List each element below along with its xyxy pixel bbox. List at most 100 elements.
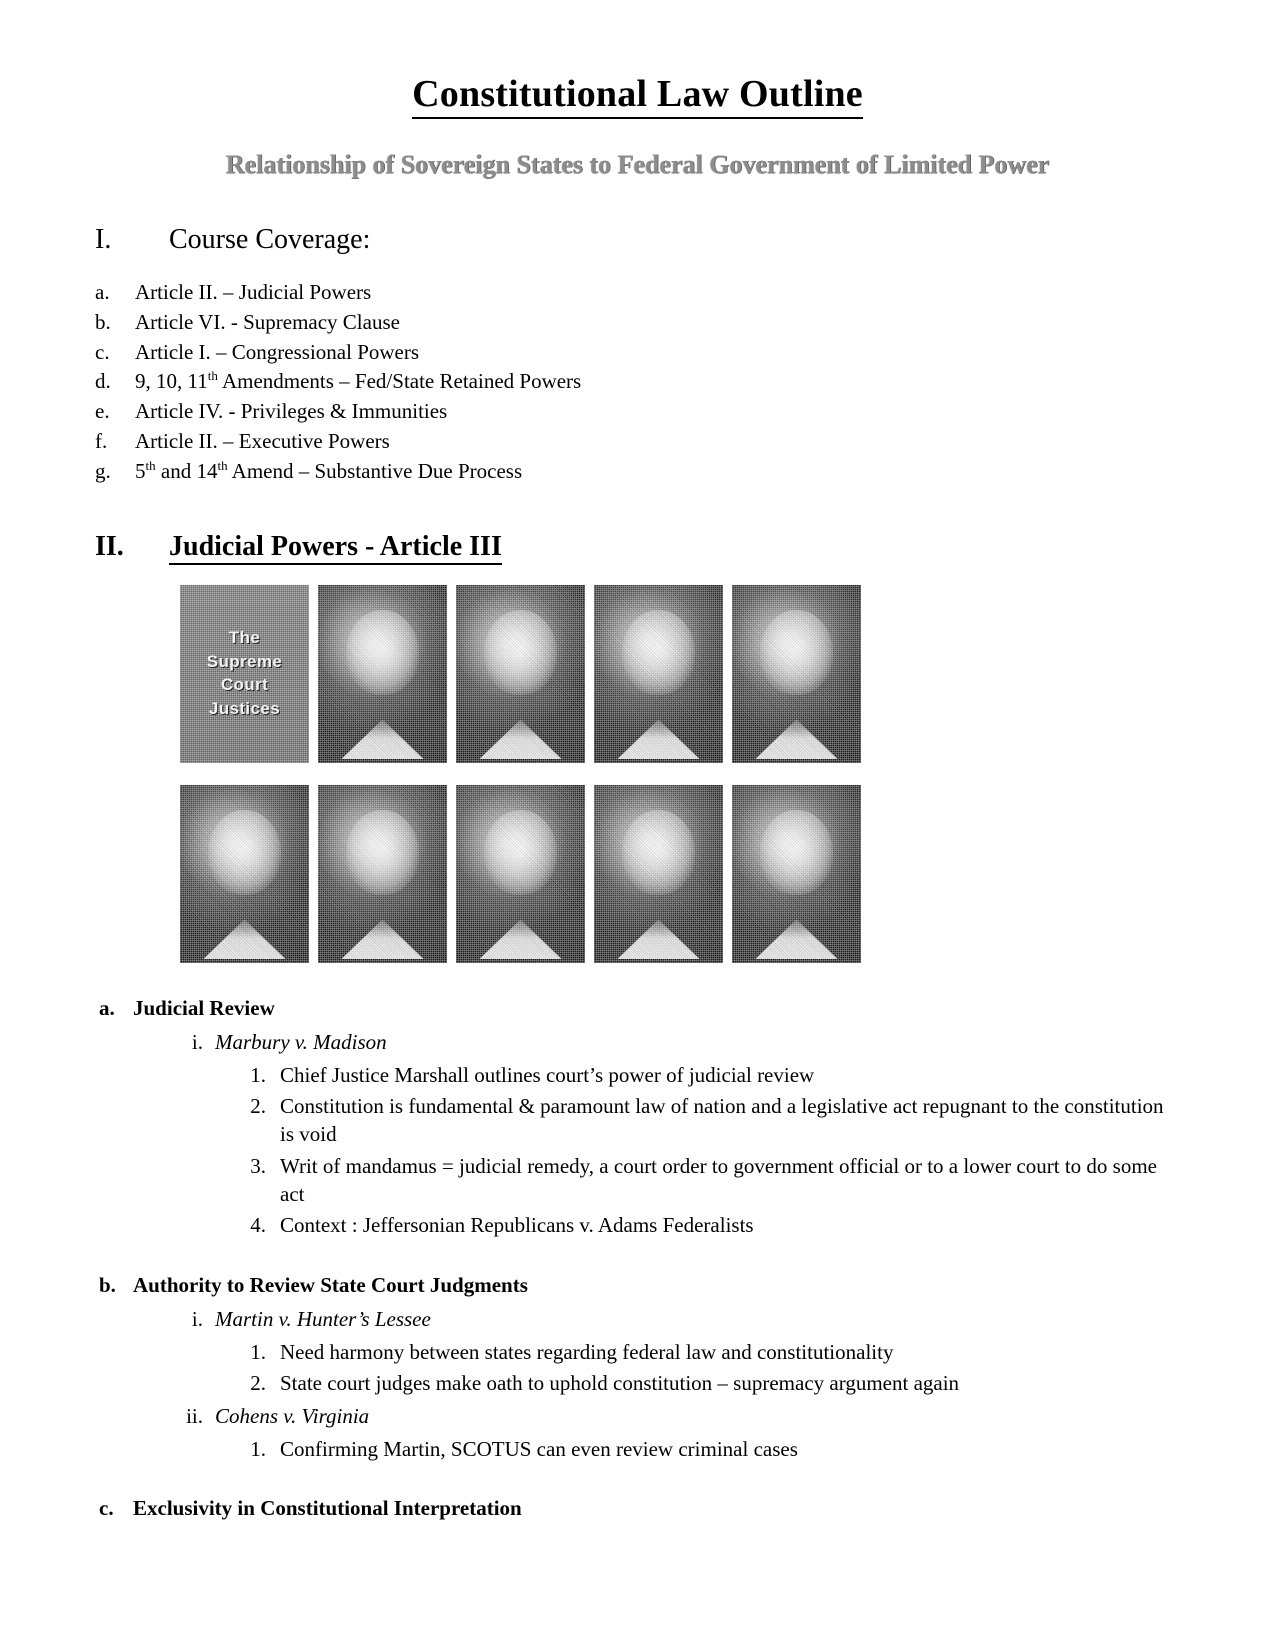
section-title-ii-text: Judicial Powers - Article III — [169, 530, 502, 565]
outline-heading-text: Authority to Review State Court Judgment… — [133, 1272, 528, 1297]
ordinal-suffix: th — [207, 368, 218, 384]
section-heading-i: I. Course Coverage: — [95, 224, 1180, 256]
list-text-pre: 9, 10, 11 — [135, 369, 208, 394]
outline-marker: 4. — [250, 1213, 266, 1238]
list-item: a. Article II. – Judicial Powers — [95, 278, 1180, 308]
outline-case-item: i. Martin v. Hunter’s Lessee — [95, 1304, 1180, 1334]
justice-portrait: Alito — [318, 784, 447, 963]
outline-point: 1. Need harmony between states regarding… — [95, 1338, 1180, 1366]
outline-marker: 2. — [250, 1093, 266, 1118]
justice-portrait: Roberts — [318, 584, 447, 763]
list-marker: c. — [95, 339, 110, 364]
outline-marker: ii. — [186, 1404, 203, 1429]
supreme-court-justices-image: The Supreme Court Justices Roberts — [95, 584, 1180, 963]
justice-portrait: Sotomayor — [594, 784, 723, 963]
list-text-post: Amendments – Fed/State Retained Powers — [217, 369, 582, 394]
outline-point-text: State court judges make oath to uphold c… — [280, 1370, 960, 1395]
ordinal-suffix: th — [145, 457, 156, 473]
title-line-2: Supreme — [206, 651, 283, 671]
outline-point: 2. State court judges make oath to uphol… — [95, 1369, 1180, 1397]
outline-case-item: ii. Cohens v. Virginia — [95, 1401, 1180, 1431]
list-text: 9, 10, 11th Amendments – Fed/State Retai… — [135, 367, 1180, 397]
list-item: f. Article II. – Executive Powers — [95, 427, 1180, 457]
list-marker: d. — [95, 369, 111, 394]
justice-portrait: Scalia — [732, 584, 861, 763]
title-line-4: Justices — [208, 698, 281, 718]
list-item: g. 5th and 14th Amend – Substantive Due … — [95, 457, 1180, 487]
ordinal-suffix: th — [217, 457, 228, 473]
title-line-3: Court — [220, 675, 269, 695]
justice-portrait: Kagan — [732, 784, 861, 963]
list-text: Article II. – Executive Powers — [135, 428, 390, 453]
outline-heading-text: Exclusivity in Constitutional Interpreta… — [133, 1496, 522, 1521]
halftone-grain — [456, 784, 585, 963]
list-item: e. Article IV. - Privileges & Immunities — [95, 397, 1180, 427]
halftone-grain — [318, 584, 447, 763]
outline-point: 1. Confirming Martin, SCOTUS can even re… — [95, 1435, 1180, 1463]
list-item: d. 9, 10, 11th Amendments – Fed/State Re… — [95, 367, 1180, 397]
justices-title-text: The Supreme Court Justices — [180, 585, 309, 763]
outline-marker: a. — [99, 995, 115, 1020]
outline-marker: 2. — [250, 1370, 266, 1395]
list-text-pre: 5 — [135, 458, 146, 483]
document-page: Constitutional Law Outline Relationship … — [0, 0, 1275, 1650]
list-text: Article I. – Congressional Powers — [135, 339, 420, 364]
list-text: Article II. – Judicial Powers — [135, 279, 372, 304]
outline-marker: 3. — [250, 1153, 266, 1178]
outline-point: 3. Writ of mandamus = judicial remedy, a… — [95, 1152, 1180, 1209]
halftone-grain — [732, 784, 861, 963]
justices-title-cell: The Supreme Court Justices — [180, 584, 309, 763]
outline-point-text: Context : Jeffersonian Republicans v. Ad… — [280, 1213, 754, 1238]
outline-marker: c. — [99, 1496, 114, 1521]
outline-point-text: Confirming Martin, SCOTUS can even revie… — [280, 1436, 798, 1461]
case-name: Martin v. Hunter’s Lessee — [215, 1307, 431, 1332]
section-heading-ii: II. Judicial Powers - Article III — [95, 530, 1180, 565]
outline-marker: i. — [191, 1030, 203, 1055]
outline-marker: 1. — [250, 1436, 266, 1461]
list-marker: a. — [95, 279, 110, 304]
outline-point-text: Chief Justice Marshall outlines court’s … — [280, 1062, 815, 1087]
outline-point: 2. Constitution is fundamental & paramou… — [95, 1092, 1180, 1149]
list-marker: b. — [95, 309, 111, 334]
list-marker: g. — [95, 458, 111, 483]
list-text-mid: and 14 — [155, 458, 218, 483]
outline-point: 4. Context : Jeffersonian Republicans v.… — [95, 1211, 1180, 1239]
list-text: Article VI. - Supremacy Clause — [135, 309, 400, 334]
case-name: Cohens v. Virginia — [215, 1404, 370, 1429]
halftone-grain — [180, 784, 309, 963]
list-marker: f. — [95, 428, 108, 453]
outline-heading-a: a. Judicial Review — [95, 993, 1180, 1023]
section-title-i: Course Coverage: — [169, 223, 371, 255]
justice-portrait: Thomas — [180, 784, 309, 963]
list-item: c. Article I. – Congressional Powers — [95, 338, 1180, 368]
judicial-powers-outline: a. Judicial Review i. Marbury v. Madison… — [95, 993, 1180, 1524]
course-coverage-list: a. Article II. – Judicial Powers b. Arti… — [95, 278, 1180, 487]
outline-heading-c: c. Exclusivity in Constitutional Interpr… — [95, 1493, 1180, 1523]
outline-heading-b: b. Authority to Review State Court Judgm… — [95, 1270, 1180, 1300]
justice-portrait: Ginsburg — [456, 584, 585, 763]
justice-portrait: Breyer — [594, 584, 723, 763]
list-text: Article IV. - Privileges & Immunities — [135, 399, 448, 424]
outline-marker: 1. — [250, 1339, 266, 1364]
outline-marker: b. — [99, 1272, 116, 1297]
halftone-grain — [594, 784, 723, 963]
halftone-grain — [732, 584, 861, 763]
outline-point-text: Writ of mandamus = judicial remedy, a co… — [280, 1153, 1157, 1206]
title-line-1: The — [228, 627, 261, 647]
justices-row-2: Thomas Alito Kennedy — [180, 784, 1180, 963]
justices-row-1: The Supreme Court Justices Roberts — [180, 584, 1180, 763]
halftone-grain — [318, 784, 447, 963]
section-title-ii: Judicial Powers - Article III — [169, 530, 502, 565]
list-text: 5th and 14th Amend – Substantive Due Pro… — [135, 457, 1180, 487]
outline-heading-text: Judicial Review — [133, 995, 275, 1020]
halftone-grain — [594, 584, 723, 763]
outline-point-text: Need harmony between states regarding fe… — [280, 1339, 894, 1364]
page-subtitle: Relationship of Sovereign States to Fede… — [225, 149, 1050, 179]
outline-marker: 1. — [250, 1062, 266, 1087]
halftone-grain — [456, 584, 585, 763]
page-title-text: Constitutional Law Outline — [412, 73, 863, 119]
section-numeral-ii: II. — [95, 530, 124, 562]
section-numeral-i: I. — [95, 223, 112, 255]
list-text-post: Amend – Substantive Due Process — [227, 458, 523, 483]
outline-marker: i. — [191, 1307, 203, 1332]
